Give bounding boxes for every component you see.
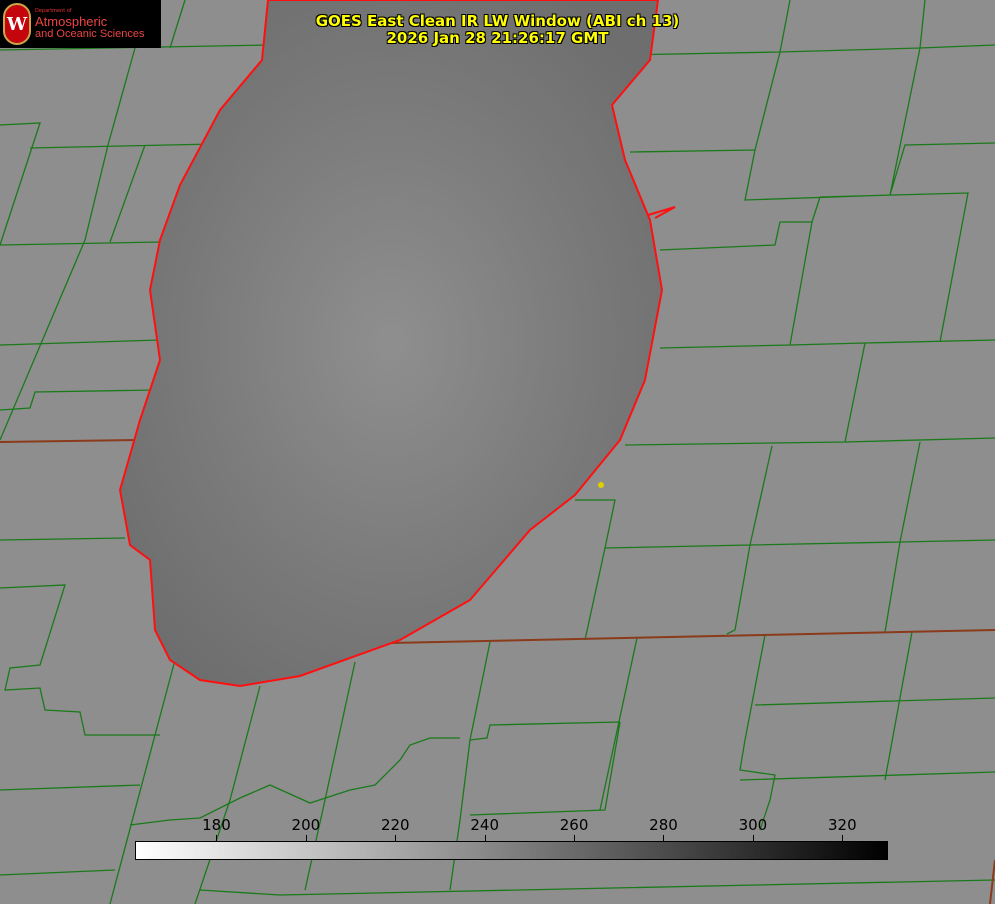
colorbar-tick-mark [216,835,218,841]
satellite-image: W Department of Atmospheric and Oceanic … [0,0,995,904]
image-timestamp: 2026 Jan 28 21:26:17 GMT [386,29,609,47]
colorbar-tick-mark [663,835,665,841]
location-marker [598,482,604,488]
colorbar-tick-label: 240 [470,816,499,834]
colorbar-tick-label: 260 [559,816,589,834]
colorbar-tick-mark [484,835,486,841]
colorbar-tick-label: 300 [738,816,768,834]
colorbar-tick-label: 220 [380,816,410,834]
colorbar-tick-mark [574,835,576,841]
map-overlay [0,0,995,904]
image-title: GOES East Clean IR LW Window (ABI ch 13) [315,12,680,30]
colorbar-tick-label: 280 [649,816,678,834]
lake-shore-inlet [647,206,676,219]
colorbar-tick-mark [395,835,397,841]
colorbar-tick-label: 180 [202,816,231,834]
colorbar-tick-mark [842,835,844,841]
colorbar-tick-mark [305,835,307,841]
colorbar [135,841,888,860]
colorbar-tick-label: 200 [291,816,321,834]
colorbar-tick-mark [752,835,754,841]
lake-michigan [118,0,664,688]
colorbar-tick-label: 320 [827,816,857,834]
